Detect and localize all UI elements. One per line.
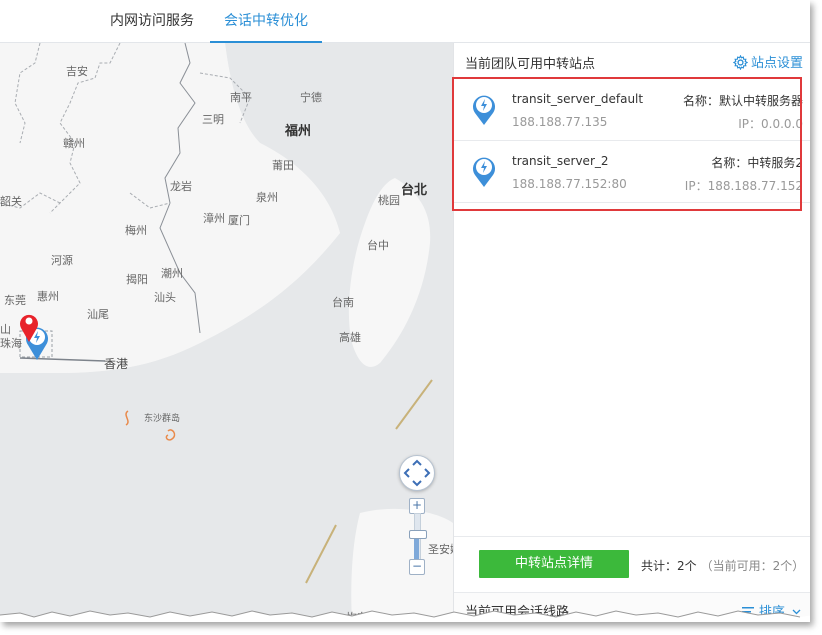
- pan-arrows-icon: [403, 459, 431, 487]
- app-window: 内网访问服务 会话中转优化 吉安 南平 宁德 三明 福州 赣州 莆田 龙岩 泉州…: [0, 0, 810, 622]
- map-label: 三明: [202, 113, 224, 126]
- map-label: 厦门: [228, 214, 250, 227]
- map-label: 东沙群岛: [144, 414, 181, 424]
- location-pin-icon[interactable]: [18, 311, 40, 343]
- torn-edge: [0, 610, 810, 622]
- zoom-in-button[interactable]: +: [409, 498, 425, 514]
- zoom-slider-handle[interactable]: [409, 530, 427, 539]
- map-label: 惠州: [37, 290, 59, 303]
- total-count: 共计：2个: [641, 559, 697, 573]
- map-label: 揭阳: [126, 273, 148, 286]
- map-label: 桃园: [378, 194, 400, 207]
- server-total: 共计：2个 （当前可用：2个）: [641, 557, 804, 574]
- map-label: 梅州: [125, 224, 147, 237]
- map-label: 台南: [332, 296, 354, 309]
- gear-icon: [732, 55, 748, 70]
- available-count: （当前可用：2个）: [700, 559, 805, 573]
- zoom-slider-fill: [414, 538, 419, 559]
- zoom-out-button[interactable]: −: [409, 559, 425, 575]
- map-label: 汕尾: [87, 308, 109, 321]
- map-label: 福州: [285, 124, 312, 139]
- map-label: 汕头: [154, 291, 176, 304]
- map-label: 高雄: [339, 331, 361, 344]
- map-label: 莆田: [272, 159, 294, 172]
- tab-session-relay[interactable]: 会话中转优化: [210, 0, 322, 43]
- map-label: 宁德: [300, 91, 322, 104]
- panel-footer: 中转站点详情 共计：2个 （当前可用：2个）: [454, 536, 810, 593]
- map-label: 龙岩: [170, 180, 192, 193]
- map-label: 河源: [51, 254, 73, 267]
- map-label: 漳州: [203, 212, 225, 225]
- map-label: 东莞: [4, 294, 26, 307]
- map-pan-control[interactable]: [399, 455, 435, 491]
- relay-details-button[interactable]: 中转站点详情: [479, 550, 629, 578]
- map-view[interactable]: 吉安 南平 宁德 三明 福州 赣州 莆田 龙岩 泉州 台北 漳州 厦门 梅州 桃…: [0, 43, 453, 622]
- map-label: 韶关: [0, 195, 22, 208]
- map-label: 南平: [230, 91, 252, 104]
- site-settings-label: 站点设置: [750, 56, 803, 71]
- highlight-box: [452, 77, 802, 211]
- map-canvas: [0, 43, 453, 622]
- map-label: 香港: [104, 357, 129, 371]
- map-label: 赣州: [63, 137, 85, 150]
- map-label: 泉州: [256, 191, 278, 204]
- map-label: 台北: [401, 183, 428, 198]
- tab-intranet-access[interactable]: 内网访问服务: [98, 0, 206, 42]
- panel-title: 当前团队可用中转站点: [465, 57, 596, 72]
- map-label: 台中: [367, 239, 389, 252]
- map-label: 潮州: [161, 267, 183, 280]
- map-label: 吉安: [66, 65, 88, 78]
- tab-bar: 内网访问服务 会话中转优化: [0, 0, 810, 43]
- map-label: 圣安娜: [428, 543, 453, 556]
- site-settings-link[interactable]: 站点设置: [732, 52, 803, 71]
